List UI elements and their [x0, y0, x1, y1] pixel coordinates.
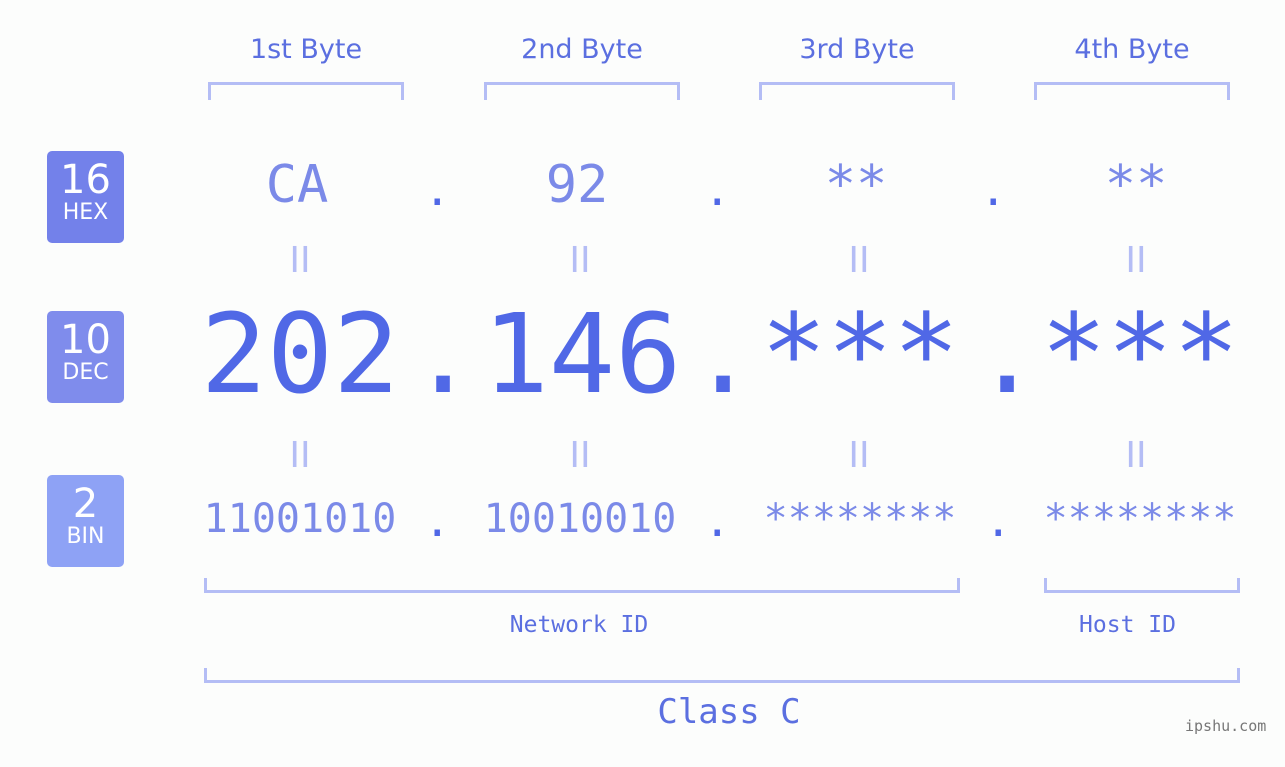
equals-6: II [569, 435, 591, 476]
bin-base: 2 [72, 481, 99, 527]
dec-badge: 10 DEC [47, 311, 124, 403]
watermark: ipshu.com [1185, 717, 1267, 735]
bin-value-3: ******** [763, 496, 957, 542]
bin-dot-1: . [424, 496, 451, 547]
dec-dot-3: . [974, 290, 1041, 418]
equals-1: II [289, 240, 311, 281]
bin-dot-2: . [704, 496, 731, 547]
bin-value-1: 11001010 [203, 496, 397, 542]
dec-value-2: 146 [482, 290, 682, 418]
hex-value-3: ** [824, 155, 888, 215]
hex-dot-2: . [704, 165, 731, 216]
byte-header-3: 3rd Byte [799, 34, 915, 65]
hex-value-4: ** [1104, 155, 1168, 215]
byte-header-2: 2nd Byte [521, 34, 643, 65]
byte-bracket-2 [484, 82, 680, 100]
network-bracket [204, 578, 960, 593]
hex-value-2: 92 [545, 155, 609, 215]
class-bracket [204, 668, 1240, 683]
dec-dot-2: . [690, 290, 757, 418]
bin-value-4: ******** [1043, 496, 1237, 542]
byte-header-4: 4th Byte [1074, 34, 1190, 65]
equals-5: II [289, 435, 311, 476]
network-id-label: Network ID [509, 612, 649, 638]
equals-3: II [848, 240, 870, 281]
dec-label: DEC [62, 360, 109, 385]
byte-bracket-4 [1034, 82, 1230, 100]
hex-badge: 16 HEX [47, 151, 124, 243]
bin-value-2: 10010010 [483, 496, 677, 542]
hex-value-1: CA [265, 155, 329, 215]
equals-7: II [848, 435, 870, 476]
bin-label: BIN [66, 524, 105, 549]
byte-bracket-1 [208, 82, 404, 100]
dec-value-1: 202 [200, 290, 400, 418]
dec-value-4: *** [1040, 290, 1240, 418]
bin-badge: 2 BIN [47, 475, 124, 567]
dec-base: 10 [60, 317, 111, 363]
hex-dot-1: . [424, 165, 451, 216]
hex-base: 16 [60, 157, 111, 203]
host-id-label: Host ID [1079, 612, 1176, 638]
hex-dot-3: . [980, 165, 1007, 216]
byte-header-1: 1st Byte [249, 34, 363, 65]
equals-2: II [569, 240, 591, 281]
byte-bracket-3 [759, 82, 955, 100]
dec-value-3: *** [760, 290, 960, 418]
bin-dot-3: . [985, 496, 1012, 547]
equals-8: II [1125, 435, 1147, 476]
dec-dot-1: . [410, 290, 477, 418]
equals-4: II [1125, 240, 1147, 281]
class-label: Class C [657, 692, 801, 732]
hex-label: HEX [62, 200, 109, 225]
host-bracket [1044, 578, 1240, 593]
